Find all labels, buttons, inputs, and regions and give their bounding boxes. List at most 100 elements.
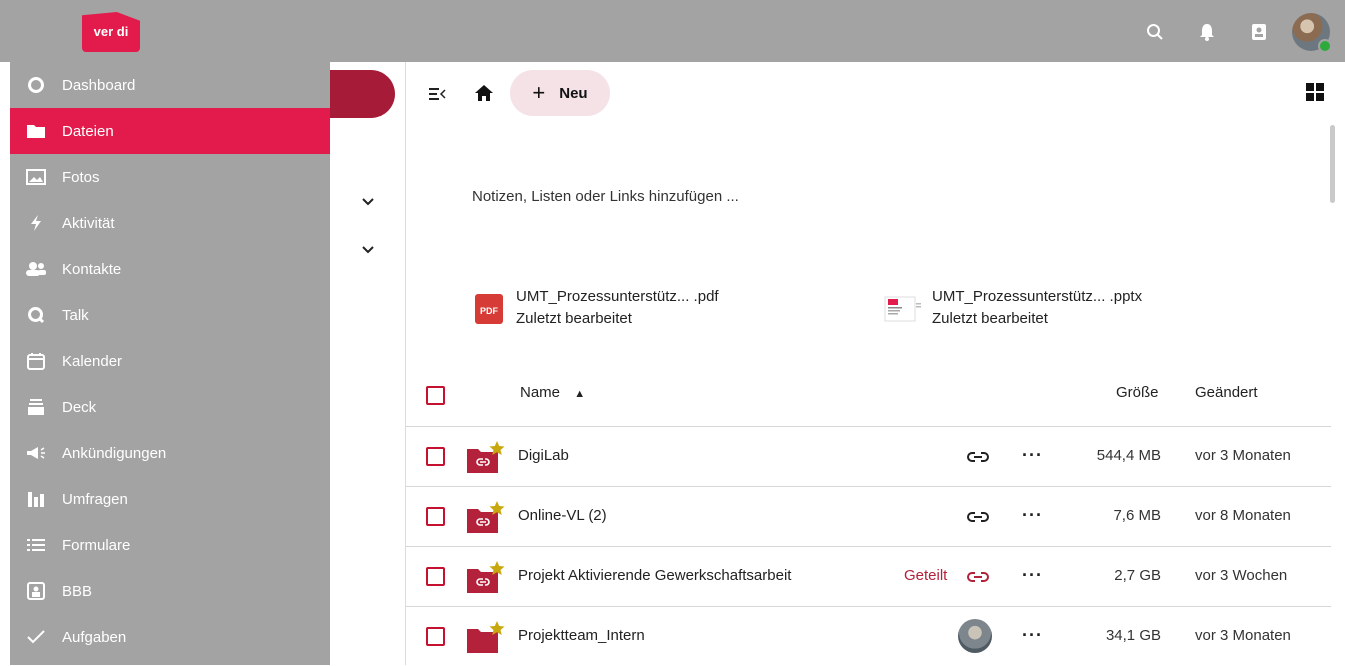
file-name[interactable]: Online-VL (2) — [518, 507, 607, 524]
file-size: 2,7 GB — [1114, 567, 1161, 584]
table-row[interactable]: DigiLab ··· 544,4 MB vor 3 Monaten — [406, 426, 1331, 486]
bell-icon[interactable] — [1181, 12, 1233, 52]
folder-icon — [10, 123, 62, 139]
nav-item-fotos[interactable]: Fotos — [10, 154, 330, 200]
shared-label[interactable]: Geteilt — [904, 567, 947, 584]
column-name-header[interactable]: Name ▲ — [520, 384, 585, 401]
toggle-sidebar-icon[interactable] — [428, 86, 446, 102]
nav-item-bbb[interactable]: BBB — [10, 568, 330, 614]
grid-view-icon[interactable] — [1305, 82, 1325, 102]
table-row[interactable]: Projektteam_Intern ··· 34,1 GB vor 3 Mon… — [406, 606, 1331, 666]
share-avatar[interactable] — [958, 619, 992, 653]
row-checkbox[interactable] — [426, 447, 445, 466]
nav-item-dateien[interactable]: Dateien — [10, 108, 330, 154]
column-modified-header[interactable]: Geändert — [1195, 384, 1258, 401]
file-size: 7,6 MB — [1113, 507, 1161, 524]
share-link-icon[interactable] — [966, 567, 990, 587]
image-icon — [10, 169, 62, 185]
select-all-checkbox[interactable] — [426, 386, 445, 405]
table-row[interactable]: Projekt Aktivierende Gewerkschaftsarbeit… — [406, 546, 1331, 606]
online-status-dot — [1318, 39, 1332, 53]
top-header: ver di — [0, 0, 1345, 62]
recent-file-name: UMT_Prozessunterstütz... .pptx — [932, 288, 1143, 305]
verdi-logo[interactable]: ver di — [82, 12, 140, 52]
nav-label: Aufgaben — [62, 628, 127, 646]
nav-item-talk[interactable]: Talk — [10, 292, 330, 338]
file-modified: vor 3 Wochen — [1195, 567, 1288, 584]
home-icon[interactable] — [474, 84, 494, 102]
nav-label: Kalender — [62, 352, 123, 370]
nav-item-aufgaben[interactable]: Aufgaben — [10, 614, 330, 660]
poll-icon — [10, 490, 62, 508]
nav-item-dashboard[interactable]: Dashboard — [10, 62, 330, 108]
column-size-header[interactable]: Größe — [1116, 384, 1159, 401]
nav-item-kontakte[interactable]: Kontakte — [10, 246, 330, 292]
avatar — [1292, 13, 1332, 53]
files-main: + Neu Notizen, Listen oder Links hinzufü… — [406, 62, 1345, 665]
shared-folder-icon — [467, 561, 505, 593]
table-row[interactable]: Online-VL (2) ··· 7,6 MB vor 8 Monaten — [406, 486, 1331, 546]
more-actions-icon[interactable]: ··· — [1022, 625, 1043, 646]
pdf-file-icon: PDF — [475, 294, 503, 324]
new-button[interactable]: + Neu — [510, 70, 610, 116]
file-modified: vor 3 Monaten — [1195, 447, 1291, 464]
shared-folder-icon — [467, 501, 505, 533]
row-checkbox[interactable] — [426, 507, 445, 526]
nav-label: Talk — [62, 306, 89, 324]
dashboard-icon — [10, 76, 62, 94]
nav-label: Dateien — [62, 122, 114, 140]
list-icon — [10, 537, 62, 553]
nav-item-umfragen[interactable]: Umfragen — [10, 476, 330, 522]
scrollbar[interactable] — [1330, 125, 1335, 203]
recent-file-pdf[interactable]: PDF UMT_Prozessunterstütz... .pdf Zuletz… — [472, 286, 719, 330]
chevron-down-icon[interactable] — [360, 242, 376, 258]
share-link-icon[interactable] — [966, 447, 990, 467]
row-checkbox[interactable] — [426, 627, 445, 646]
chevron-down-icon[interactable] — [360, 194, 376, 210]
nav-label: Kontakte — [62, 260, 122, 278]
file-size: 34,1 GB — [1105, 627, 1161, 644]
share-link-icon[interactable] — [966, 507, 990, 527]
check-icon — [10, 629, 62, 645]
recent-file-pptx[interactable]: UMT_Prozessunterstütz... .pptx Zuletzt b… — [884, 286, 1142, 330]
nav-item-deck[interactable]: Deck — [10, 384, 330, 430]
bbb-icon — [10, 582, 62, 600]
file-name[interactable]: DigiLab — [518, 447, 569, 464]
nav-item-aktivitaet[interactable]: Aktivität — [10, 200, 330, 246]
nav-item-kalender[interactable]: Kalender — [10, 338, 330, 384]
nav-label: Formulare — [62, 536, 131, 554]
nav-label: BBB — [62, 582, 93, 600]
recent-file-sub: Zuletzt bearbeitet — [516, 310, 632, 327]
megaphone-icon — [10, 445, 62, 461]
deck-icon — [10, 398, 62, 416]
nav-label: Deck — [62, 398, 97, 416]
search-icon[interactable] — [1129, 12, 1181, 52]
nav-item-formulare[interactable]: Formulare — [10, 522, 330, 568]
pptx-thumbnail-icon — [884, 296, 921, 322]
logo-text: ver di — [93, 24, 129, 39]
nav-item-ankuendigungen[interactable]: Ankündigungen — [10, 430, 330, 476]
recent-file-name: UMT_Prozessunterstütz... .pdf — [516, 288, 719, 305]
recent-file-sub: Zuletzt bearbeitet — [932, 310, 1048, 327]
files-navigation — [330, 62, 405, 665]
more-actions-icon[interactable]: ··· — [1022, 565, 1043, 586]
plus-icon: + — [532, 80, 546, 105]
svg-text:PDF: PDF — [480, 306, 499, 316]
folder-icon — [467, 621, 505, 653]
people-icon — [10, 261, 62, 277]
sort-ascending-icon: ▲ — [574, 388, 586, 400]
new-label: Neu — [559, 84, 588, 102]
nav-label: Aktivität — [62, 214, 115, 232]
user-avatar[interactable] — [1285, 12, 1337, 53]
files-nav-active-item[interactable] — [330, 70, 395, 118]
contacts-icon[interactable] — [1233, 12, 1285, 52]
file-name[interactable]: Projektteam_Intern — [518, 627, 645, 644]
file-size: 544,4 MB — [1096, 447, 1161, 464]
file-name[interactable]: Projekt Aktivierende Gewerkschaftsarbeit — [518, 567, 791, 584]
notes-placeholder[interactable]: Notizen, Listen oder Links hinzufügen ..… — [472, 188, 739, 205]
more-actions-icon[interactable]: ··· — [1022, 445, 1043, 466]
more-actions-icon[interactable]: ··· — [1022, 505, 1043, 526]
shared-folder-icon — [467, 441, 505, 473]
lightning-icon — [10, 214, 62, 232]
row-checkbox[interactable] — [426, 567, 445, 586]
